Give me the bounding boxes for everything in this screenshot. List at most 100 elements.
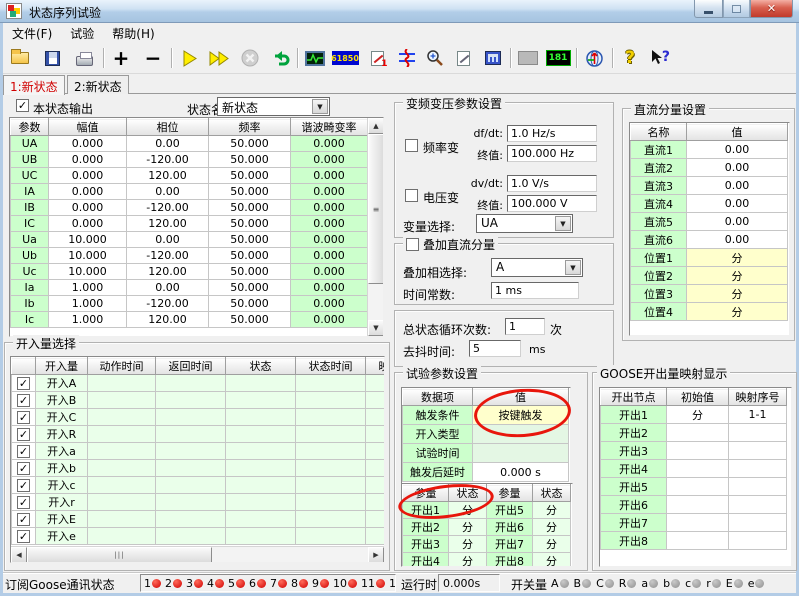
cell[interactable] [156,409,226,426]
chevron-down-icon[interactable]: ▼ [565,260,581,275]
cell[interactable]: 120.00 [127,216,209,232]
undo-button[interactable] [266,45,294,71]
cell[interactable]: Ib [11,296,49,312]
minimize-button[interactable] [694,0,723,18]
cell[interactable]: 分 [533,553,571,568]
scroll-thumb[interactable]: ||| [27,547,212,563]
run-continuous-button[interactable] [205,45,233,71]
cell[interactable] [226,494,296,511]
cell[interactable]: 0.000 [49,152,127,168]
cell[interactable]: 120.00 [127,264,209,280]
freq-ramp-checkbox[interactable] [405,139,418,152]
cell[interactable]: 0.00 [127,184,209,200]
scroll-up-icon[interactable]: ▲ [368,118,384,134]
cell[interactable]: 0.00 [687,195,788,213]
scroll-thumb[interactable]: ≡ [368,134,384,284]
row-checkbox-cell[interactable]: ✓ [12,409,36,426]
close-button[interactable]: ✕ [750,0,793,18]
cell[interactable]: 0.000 [291,168,368,184]
cell[interactable] [296,409,366,426]
scroll-left-icon[interactable]: ◀ [11,547,27,563]
stop-button[interactable] [236,45,264,71]
cell[interactable] [473,444,569,463]
cell[interactable]: 1.000 [49,296,127,312]
help-button[interactable]: ? [616,45,644,71]
print-button[interactable] [70,45,98,71]
cell[interactable]: UA [11,136,49,152]
cell[interactable] [667,496,729,514]
cell[interactable]: 10.000 [49,248,127,264]
cell[interactable]: 分 [449,553,487,568]
cell[interactable]: 0.000 [291,248,368,264]
cell[interactable] [729,424,787,442]
report-button[interactable]: 1 [363,45,391,71]
cell[interactable] [366,375,386,392]
cell[interactable] [88,477,156,494]
dvdt-input[interactable] [507,175,597,192]
iec61850-button[interactable]: 61850 [331,45,359,71]
scroll-track[interactable]: ||| [27,547,368,562]
cell[interactable] [88,426,156,443]
cell[interactable] [88,409,156,426]
cell[interactable]: 0.00 [127,136,209,152]
cell[interactable]: 开入E [36,511,88,528]
cell[interactable]: 开入R [36,426,88,443]
cell[interactable] [296,511,366,528]
scroll-track[interactable]: ≡ [368,134,383,320]
volt-end-input[interactable] [507,195,597,212]
debounce-input[interactable] [469,340,521,357]
cell[interactable] [296,477,366,494]
cell[interactable] [156,426,226,443]
cell[interactable] [156,460,226,477]
cell[interactable] [226,443,296,460]
cell[interactable]: 位置1 [631,249,687,267]
row-checkbox[interactable]: ✓ [17,513,30,526]
cell[interactable]: IC [11,216,49,232]
cell[interactable]: 0.000 [291,264,368,280]
state-name-combobox[interactable]: 新状态 ▼ [217,97,330,116]
cell[interactable]: 50.000 [209,152,291,168]
cell[interactable]: 0.000 [49,136,127,152]
cell[interactable] [156,477,226,494]
cell[interactable] [366,426,386,443]
row-checkbox-cell[interactable]: ✓ [12,426,36,443]
row-checkbox-cell[interactable]: ✓ [12,494,36,511]
cell[interactable]: 开出3 [403,536,449,553]
cell[interactable] [366,494,386,511]
menu-item[interactable]: 试验 [61,23,103,44]
row-checkbox[interactable]: ✓ [17,479,30,492]
row-checkbox-cell[interactable]: ✓ [12,392,36,409]
dc-overlay-checkbox[interactable] [406,238,419,251]
row-checkbox-cell[interactable]: ✓ [12,375,36,392]
cell[interactable]: 触发条件 [403,406,473,425]
cell[interactable]: 10.000 [49,232,127,248]
cell[interactable]: IA [11,184,49,200]
save-button[interactable] [38,45,66,71]
cell[interactable]: 0.00 [687,159,788,177]
cell[interactable] [667,532,729,550]
cell[interactable]: Ua [11,232,49,248]
cell[interactable]: 触发后延时 [403,463,473,482]
cell[interactable]: -120.00 [127,152,209,168]
row-checkbox[interactable]: ✓ [17,496,30,509]
cell[interactable]: 开入类型 [403,425,473,444]
cell[interactable] [667,514,729,532]
binary-input-hscroll[interactable]: ◀ ||| ▶ [11,546,384,562]
cell[interactable]: 开出5 [487,502,533,519]
cell[interactable]: 0.000 [291,232,368,248]
cell[interactable]: 分 [667,406,729,424]
zoom-button[interactable] [421,45,449,71]
cell[interactable]: 开入e [36,528,88,545]
cell[interactable]: 位置3 [631,285,687,303]
sync-button[interactable] [580,45,608,71]
tab-state-1[interactable]: 1:新状态 [3,75,65,95]
cell[interactable]: 分 [449,536,487,553]
row-checkbox[interactable]: ✓ [17,530,30,543]
oscilloscope-button[interactable] [301,45,329,71]
volt-ramp-checkbox[interactable] [405,189,418,202]
cell[interactable]: 分 [533,519,571,536]
cell[interactable]: 50.000 [209,168,291,184]
cell[interactable]: 0.000 [49,200,127,216]
cell[interactable]: 开入r [36,494,88,511]
scroll-down-icon[interactable]: ▼ [368,320,384,336]
